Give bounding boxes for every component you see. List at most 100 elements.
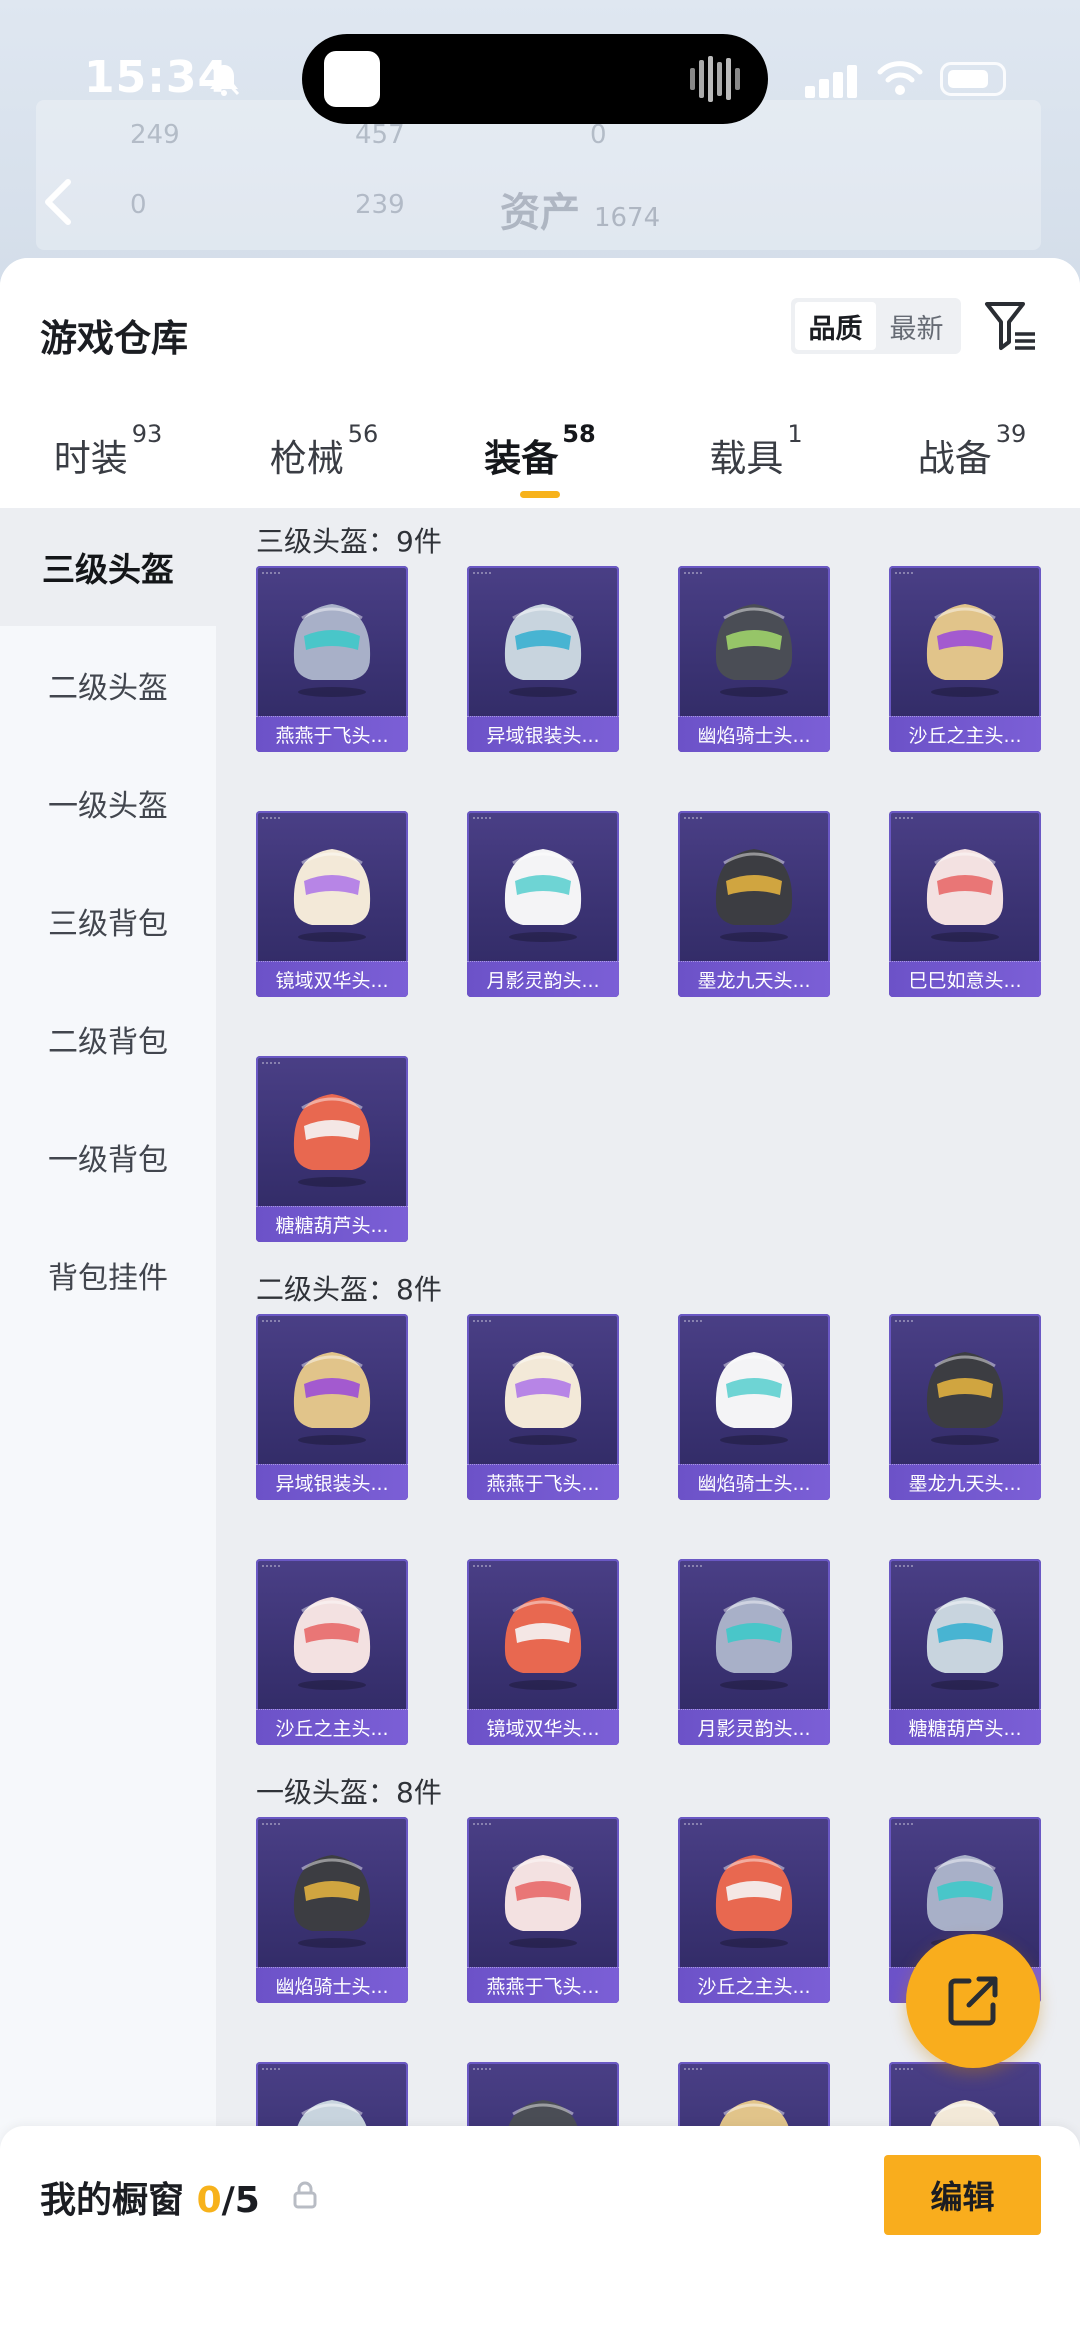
item-card[interactable]: 沙丘之主头... (678, 1817, 830, 2003)
wifi-icon (877, 61, 923, 95)
helmet-icon (715, 604, 793, 697)
showcase-count: 0 (196, 2180, 222, 2221)
bell-muted-icon (208, 62, 240, 96)
item-card[interactable]: 墨龙九天头... (678, 811, 830, 997)
edit-button[interactable]: 编辑 (884, 2155, 1041, 2235)
item-card[interactable]: 异域银装头... (467, 566, 619, 752)
helmet-icon (715, 1352, 793, 1445)
item-card[interactable]: 镜域双华头... (256, 811, 408, 997)
helmet-icon (293, 1352, 371, 1445)
back-chevron-icon[interactable] (40, 178, 76, 226)
sidebar-item-helmet-lv1[interactable]: 一级头盔 (0, 744, 216, 862)
sidebar-item-backpack-lv3[interactable]: 三级背包 (0, 862, 216, 980)
item-card-label: 糖糖葫芦头... (889, 1709, 1041, 1745)
bg-stat: 239 (355, 190, 405, 220)
item-grid: 三级头盔：9件 燕燕于飞头... 异域银装头... 幽焰骑士头... 沙丘之主头... 镜… (216, 508, 1080, 2347)
subcategory-sidebar: 三级头盔 二级头盔 一级头盔 三级背包 二级背包 一级背包 背包挂件 (0, 508, 216, 2347)
item-card-label: 燕燕于飞头... (256, 716, 408, 752)
share-icon (948, 1976, 998, 2026)
item-card-label: 燕燕于飞头... (467, 1464, 619, 1500)
item-card[interactable]: 镜域双华头... (467, 1559, 619, 1745)
helmet-icon (715, 1855, 793, 1948)
sidebar-item-backpack-lv1[interactable]: 一级背包 (0, 1098, 216, 1216)
item-card-label: 月影灵韵头... (678, 1709, 830, 1745)
helmet-icon (504, 849, 582, 942)
item-card-label: 镜域双华头... (256, 961, 408, 997)
dynamic-island (302, 34, 768, 124)
item-card-label: 幽焰骑士头... (678, 1464, 830, 1500)
lock-icon (293, 2181, 317, 2209)
item-card[interactable]: 月影灵韵头... (467, 811, 619, 997)
item-card-label: 墨龙九天头... (889, 1464, 1041, 1500)
tab-weapons[interactable]: 枪械 56 (216, 408, 432, 508)
helmet-icon (293, 849, 371, 942)
tab-supplies[interactable]: 战备 39 (864, 408, 1080, 508)
sort-toggle[interactable]: 品质 最新 (791, 298, 961, 354)
item-card[interactable]: 糖糖葫芦头... (889, 1559, 1041, 1745)
sidebar-item-helmet-lv3[interactable]: 三级头盔 (0, 508, 216, 626)
page-title: 游戏仓库 (40, 317, 188, 360)
helmet-icon (715, 1597, 793, 1690)
helmet-icon (715, 849, 793, 942)
item-card-label: 沙丘之主头... (889, 716, 1041, 752)
item-card[interactable]: 沙丘之主头... (256, 1559, 408, 1745)
helmet-icon (926, 1352, 1004, 1445)
sort-latest-button[interactable]: 最新 (876, 302, 957, 350)
item-card-label: 墨龙九天头... (678, 961, 830, 997)
item-card-label: 镜域双华头... (467, 1709, 619, 1745)
tab-fashion[interactable]: 时装 93 (0, 408, 216, 508)
item-card[interactable]: 月影灵韵头... (678, 1559, 830, 1745)
item-card-label: 异域银装头... (467, 716, 619, 752)
helmet-icon (293, 1855, 371, 1948)
item-card-label: 巳巳如意头... (889, 961, 1041, 997)
item-card[interactable]: 燕燕于飞头... (256, 566, 408, 752)
helmet-icon (504, 1855, 582, 1948)
cellular-signal-icon (805, 65, 857, 98)
item-card[interactable]: 燕燕于飞头... (467, 1817, 619, 2003)
item-card[interactable]: 异域银装头... (256, 1314, 408, 1500)
item-card[interactable]: 墨龙九天头... (889, 1314, 1041, 1500)
item-card[interactable]: 巳巳如意头... (889, 811, 1041, 997)
item-card-label: 月影灵韵头... (467, 961, 619, 997)
section-title: 三级头盔：9件 (256, 525, 442, 558)
helmet-icon (926, 849, 1004, 942)
sort-quality-button[interactable]: 品质 (795, 302, 876, 350)
helmet-icon (504, 1597, 582, 1690)
item-card-label: 糖糖葫芦头... (256, 1206, 408, 1242)
sidebar-item-backpack-lv2[interactable]: 二级背包 (0, 980, 216, 1098)
battery-icon (940, 62, 1006, 96)
item-card[interactable]: 幽焰骑士头... (678, 566, 830, 752)
tab-equipment[interactable]: 装备 58 (432, 408, 648, 508)
item-card-label: 异域银装头... (256, 1464, 408, 1500)
item-card[interactable]: 沙丘之主头... (889, 566, 1041, 752)
category-tabs: 时装 93 枪械 56 装备 58 载具 1 战备 39 (0, 408, 1080, 508)
helmet-icon (293, 1597, 371, 1690)
helmet-icon (293, 604, 371, 697)
tab-vehicles[interactable]: 载具 1 (648, 408, 864, 508)
bg-stat: 0 (130, 190, 147, 220)
sheet-header: 游戏仓库 品质 最新 时装 93 枪械 56 装备 58 载具 1 战备 39 (0, 258, 1080, 508)
bg-stat: 0 (590, 120, 607, 150)
helmet-icon (504, 1352, 582, 1445)
item-card-label: 燕燕于飞头... (467, 1967, 619, 2003)
item-card-label: 沙丘之主头... (256, 1709, 408, 1745)
helmet-icon (504, 604, 582, 697)
bg-asset-label: 资产 1674 (500, 190, 661, 236)
filter-icon[interactable] (983, 298, 1039, 354)
item-card[interactable]: 糖糖葫芦头... (256, 1056, 408, 1242)
showcase-bar: 我的橱窗 0/5 编辑 (0, 2126, 1080, 2347)
helmet-icon (926, 1597, 1004, 1690)
section-title: 二级头盔：8件 (256, 1273, 442, 1306)
share-button[interactable] (906, 1934, 1040, 2068)
item-card-label: 幽焰骑士头... (678, 716, 830, 752)
item-card[interactable]: 幽焰骑士头... (256, 1817, 408, 2003)
bg-stat: 457 (355, 120, 405, 150)
helmet-icon (926, 604, 1004, 697)
item-card-label: 幽焰骑士头... (256, 1967, 408, 2003)
app-icon (324, 51, 380, 107)
helmet-icon (926, 1855, 1004, 1948)
item-card[interactable]: 燕燕于飞头... (467, 1314, 619, 1500)
item-card[interactable]: 幽焰骑士头... (678, 1314, 830, 1500)
sidebar-item-helmet-lv2[interactable]: 二级头盔 (0, 626, 216, 744)
sidebar-item-backpack-charm[interactable]: 背包挂件 (0, 1216, 216, 1334)
